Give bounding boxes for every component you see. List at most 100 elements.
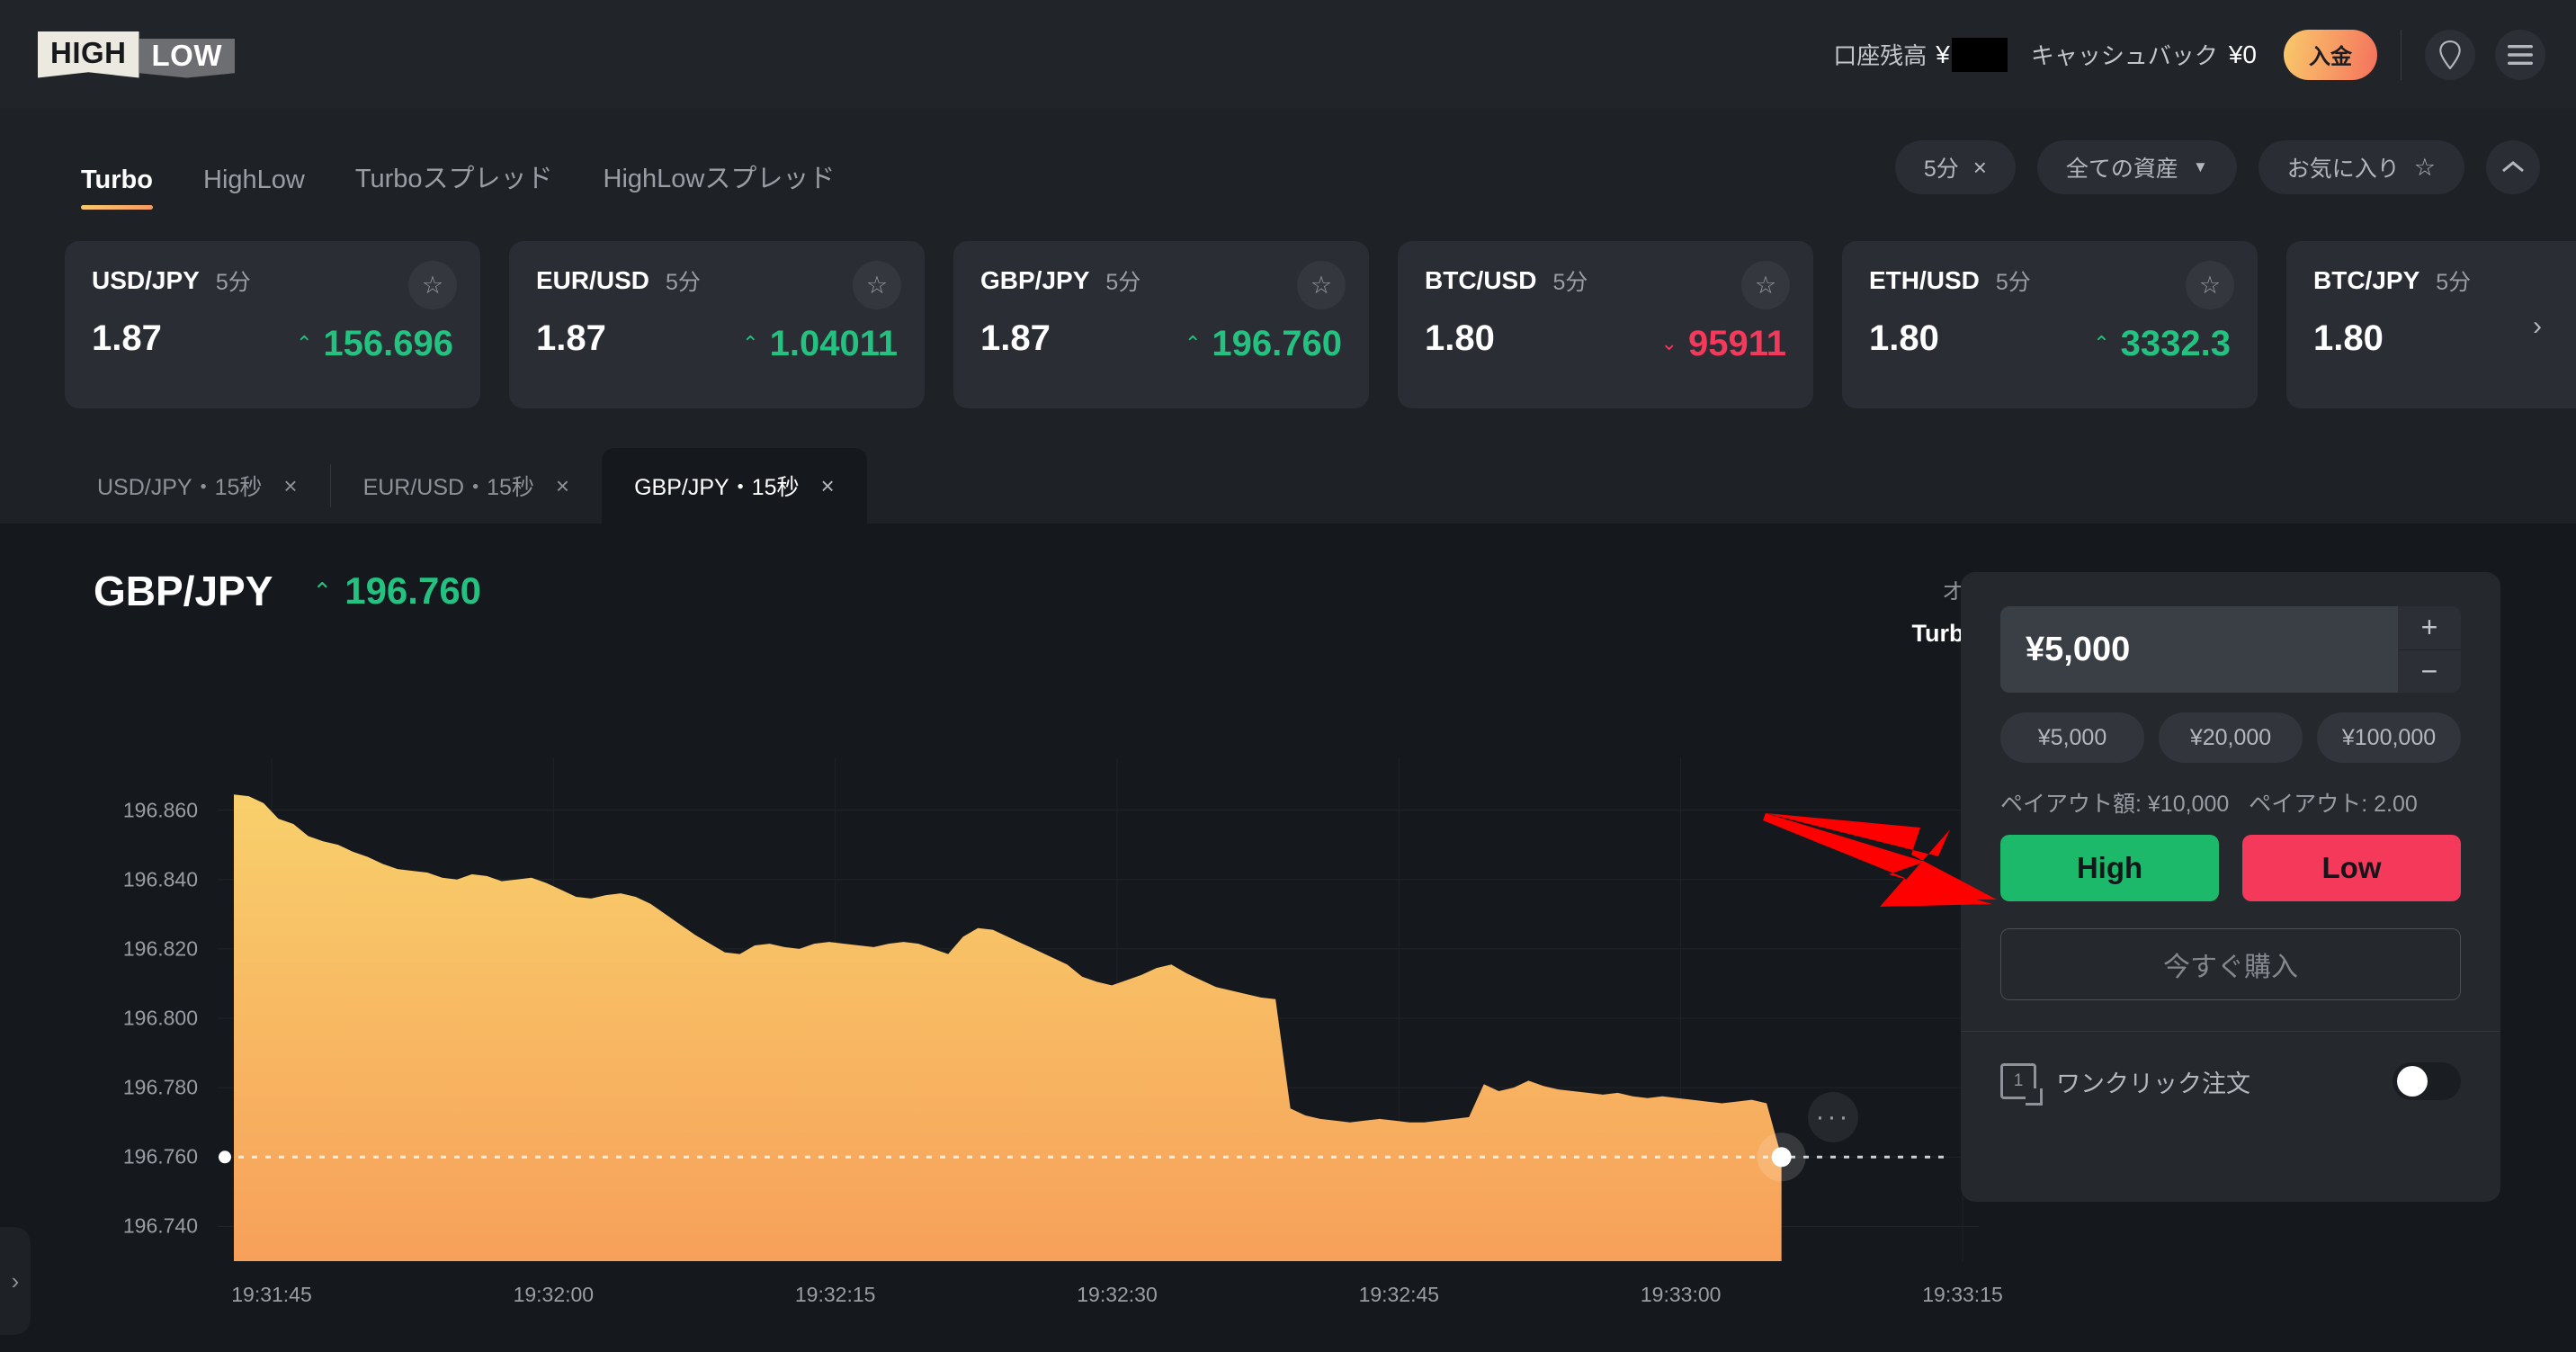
asset-price: 156.696 (323, 323, 453, 363)
quick-amount-20000[interactable]: ¥20,000 (2159, 712, 2303, 763)
star-icon: ☆ (2413, 153, 2436, 181)
x-axis-tick-label: 19:33:15 (1922, 1283, 2003, 1306)
balance-label: 口座残高 (1833, 42, 1928, 69)
tab-highlow-spread[interactable]: HighLowスプレッド (604, 157, 836, 226)
chart-tab-usdjpy[interactable]: USD/JPY・15秒 × (65, 448, 330, 524)
x-axis-tick-label: 19:31:45 (231, 1283, 312, 1306)
asset-filter-dropdown[interactable]: 全ての資産 ▼ (2036, 140, 2237, 194)
chart-tab-eurusd[interactable]: EUR/USD・15秒 × (331, 448, 603, 524)
x-axis-tick-label: 19:32:30 (1077, 1283, 1158, 1306)
hamburger-menu-icon[interactable] (2495, 29, 2545, 80)
asset-card-header: USD/JPY 5分 (92, 264, 453, 297)
asset-card-body: 1.80 ⌃ 3332.3 (1869, 318, 2231, 364)
asset-pair-name: GBP/JPY (980, 266, 1090, 294)
increase-amount-button[interactable]: + (2398, 606, 2461, 650)
cashback-label: キャッシュバック (2030, 42, 2218, 69)
highlow-logo[interactable]: HIGH LOW (38, 31, 235, 78)
chart-area-series (234, 794, 1782, 1261)
asset-price: 3332.3 (2120, 323, 2231, 363)
expand-sidebar-icon[interactable]: › (0, 1227, 31, 1335)
favorites-filter[interactable]: お気に入り ☆ (2258, 140, 2464, 194)
y-axis-tick-label: 196.860 (122, 798, 198, 822)
y-axis-tick-label: 196.780 (122, 1075, 198, 1099)
favorite-star-icon[interactable]: ☆ (408, 261, 457, 309)
asset-payout-rate: 1.80 (2313, 318, 2384, 358)
price-marker-dot (1771, 1147, 1792, 1168)
nav-filters: 5分 × 全ての資産 ▼ お気に入り ☆ (1894, 140, 2576, 194)
close-icon[interactable]: × (283, 472, 297, 500)
tab-turbo[interactable]: Turbo (81, 166, 153, 226)
price-up-caret-icon: ⌃ (742, 332, 759, 354)
payout-info: ペイアウト額: ¥10,000 ペイアウト: 2.00 (2000, 786, 2461, 819)
asset-card-body: 1.87 ⌃ 156.696 (92, 318, 453, 364)
asset-price-group: ⌃ 196.760 (1185, 324, 1342, 364)
asset-pair-name: ETH/USD (1869, 266, 1980, 294)
chart-tab-label: EUR/USD・15秒 (362, 475, 534, 500)
asset-card-header: EUR/USD 5分 (536, 264, 898, 297)
price-chart[interactable]: 196.860 196.840 196.820 196.800 196.780 196.7… (0, 757, 2003, 1315)
asset-card-ethusd[interactable]: ETH/USD 5分 ☆ 1.80 ⌃ 3332.3 (1842, 241, 2258, 408)
asset-card-header: BTC/USD 5分 (1425, 264, 1786, 297)
low-button[interactable]: Low (2242, 835, 2461, 901)
duration-filter-clear-icon[interactable]: × (1973, 154, 1987, 182)
collapse-assets-button[interactable] (2486, 140, 2540, 194)
chart-tab-gbpjpy[interactable]: GBP/JPY・15秒 × (602, 448, 867, 524)
chart-tabs-bar: USD/JPY・15秒 × EUR/USD・15秒 × GBP/JPY・15秒 … (0, 448, 2576, 524)
y-axis-tick-label: 196.840 (122, 867, 198, 891)
asset-pair-name: USD/JPY (92, 266, 200, 294)
one-click-order-row: 1 ワンクリック注文 (2000, 1062, 2461, 1106)
asset-pair-name: EUR/USD (536, 266, 650, 294)
header-right-group: 口座残高 ¥ キャッシュバック ¥0 入金 (1833, 29, 2576, 80)
tab-turbo-spread[interactable]: Turboスプレッド (355, 157, 553, 226)
one-click-order-label: ワンクリック注文 (2056, 1070, 2250, 1097)
chart-svg (218, 757, 1979, 1261)
asset-card-eurusd[interactable]: EUR/USD 5分 ☆ 1.87 ⌃ 1.04011 (509, 241, 925, 408)
y-axis-tick-label: 196.820 (122, 936, 198, 961)
asset-card-header: GBP/JPY 5分 (980, 264, 1342, 297)
balance-currency: ¥ (1936, 40, 1950, 68)
favorites-label: お気に入り (2286, 157, 2400, 182)
asset-duration: 5分 (2436, 270, 2472, 295)
location-pin-icon[interactable] (2425, 29, 2475, 80)
asset-card-btcusd[interactable]: BTC/USD 5分 ☆ 1.80 ⌄ 95911 (1398, 241, 1813, 408)
buy-now-button[interactable]: 今すぐ購入 (2000, 928, 2461, 1000)
deposit-button[interactable]: 入金 (2284, 29, 2377, 80)
quick-amount-5000[interactable]: ¥5,000 (2000, 712, 2144, 763)
high-button[interactable]: High (2000, 835, 2219, 901)
x-axis-tick-label: 19:33:00 (1640, 1283, 1722, 1306)
asset-payout-rate: 1.80 (1425, 318, 1495, 358)
asset-duration: 5分 (1552, 270, 1588, 295)
asset-card-gbpjpy[interactable]: GBP/JPY 5分 ☆ 1.87 ⌃ 196.760 (953, 241, 1369, 408)
favorite-star-icon[interactable]: ☆ (1741, 261, 1790, 309)
one-click-badge-icon: 1 (2000, 1063, 2043, 1106)
chart-current-price: 196.760 (344, 569, 482, 612)
trade-amount-input[interactable]: ¥5,000 (2000, 606, 2398, 693)
quick-amount-100000[interactable]: ¥100,000 (2317, 712, 2461, 763)
close-icon[interactable]: × (821, 472, 835, 500)
duration-filter-pill[interactable]: 5分 × (1894, 140, 2016, 194)
price-up-caret-icon: ⌃ (2093, 332, 2110, 354)
chart-tab-label: GBP/JPY・15秒 (634, 475, 800, 500)
x-axis-tick-label: 19:32:15 (794, 1283, 876, 1306)
asset-card-body: 1.80 ⌄ 95911 (1425, 318, 1786, 364)
favorite-star-icon[interactable]: ☆ (853, 261, 901, 309)
one-click-order-toggle[interactable] (2393, 1062, 2461, 1100)
quick-amount-row: ¥5,000 ¥20,000 ¥100,000 (2000, 712, 2461, 763)
panel-divider (1961, 1031, 2500, 1032)
cashback-value: ¥0 (2228, 40, 2257, 68)
chart-price-group: ⌃ 196.760 (312, 569, 481, 613)
y-axis-tick-label: 196.800 (122, 1006, 198, 1030)
tab-highlow[interactable]: HighLow (203, 166, 305, 226)
close-icon[interactable]: × (556, 472, 569, 500)
favorite-star-icon[interactable]: ☆ (1297, 261, 1346, 309)
trading-app: HIGH LOW 口座残高 ¥ キャッシュバック ¥0 入金 Turbo Hig… (0, 0, 2576, 1352)
asset-price: 196.760 (1212, 323, 1342, 363)
asset-card-usdjpy[interactable]: USD/JPY 5分 ☆ 1.87 ⌃ 156.696 (65, 241, 480, 408)
asset-filter-label: 全ての資産 (2065, 157, 2178, 182)
decrease-amount-button[interactable]: − (2398, 649, 2461, 693)
amount-input-row: ¥5,000 + − (2000, 606, 2461, 693)
assets-scroll-right-icon[interactable]: › (2517, 306, 2558, 347)
toggle-knob (2397, 1066, 2428, 1097)
favorite-star-icon[interactable]: ☆ (2186, 261, 2234, 309)
asset-duration: 5分 (666, 270, 701, 295)
